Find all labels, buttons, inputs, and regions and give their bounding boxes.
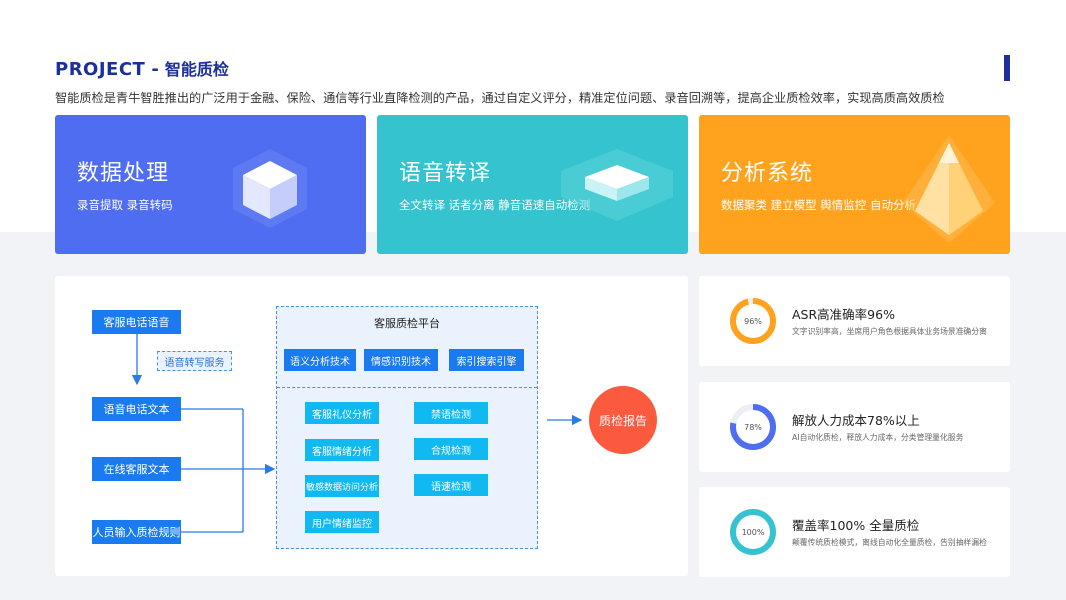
input-call-text: 语音电话文本 (92, 397, 181, 421)
input-call-voice: 客服电话语音 (92, 310, 181, 334)
stat-asr-accuracy: 96% ASR高准确率96% 文字识别率高，坐席用户角色根据具体业务场景准确分离 (699, 276, 1010, 366)
check-speech-rate: 语速检测 (414, 474, 488, 496)
stat-labor-saving: 78% 解放人力成本78%以上 AI自动化质检，释放人力成本，分类管理量化服务 (699, 382, 1010, 472)
stat-desc: 文字识别率高，坐席用户角色根据具体业务场景准确分离 (792, 327, 987, 336)
corner-accent-bar (1004, 55, 1010, 81)
input-qc-rules: 人员输入质检规则 (92, 520, 181, 544)
qc-report: 质检报告 (589, 386, 657, 454)
input-online-text: 在线客服文本 (92, 457, 181, 481)
stat-title: ASR高准确率96% (792, 307, 895, 322)
card-data-processing: 数据处理 录音提取 录音转码 (55, 115, 366, 254)
check-agent-emotion: 客服情绪分析 (305, 439, 379, 461)
stat-coverage: 100% 覆盖率100% 全量质检 颠覆传统质检模式，离线自动化全量质检，告别抽… (699, 487, 1010, 577)
stat-title: 解放人力成本78%以上 (792, 413, 920, 428)
check-forbidden-words: 禁语检测 (414, 402, 488, 424)
page-title: PROJECT - 智能质检 (55, 56, 229, 80)
page-subtitle: 智能质检是青牛智胜推出的广泛用于金融、保险、通信等行业直降检测的产品，通过自定义… (55, 91, 945, 105)
check-compliance: 合规检测 (414, 438, 488, 460)
check-etiquette: 客服礼仪分析 (305, 402, 379, 424)
ring-label: 100% (741, 527, 765, 537)
card-speech-transcription: 语音转译 全文转译 话者分离 静音语速自动检测 (377, 115, 688, 254)
card-title: 数据处理 (77, 161, 170, 186)
workflow-diagram: 客服电话语音 语音转写服务 语音电话文本 在线客服文本 人员输入质检规则 客服质… (55, 276, 688, 576)
card-analysis-system: 分析系统 数据聚类 建立模型 舆情监控 自动分析 (699, 115, 1010, 254)
platform-divider (277, 387, 537, 388)
slab-icon (561, 149, 673, 221)
check-sensitive-access: 敏感数据访问分析 (305, 475, 379, 497)
tech-semantic-analysis: 语义分析技术 (284, 349, 356, 371)
page-title-en: PROJECT (55, 59, 146, 80)
check-user-emotion: 用户情绪监控 (305, 511, 379, 533)
card-desc: 数据聚类 建立模型 舆情监控 自动分析 (721, 198, 916, 212)
ring-label: 96% (744, 316, 762, 326)
stat-desc: AI自动化质检，释放人力成本，分类管理量化服务 (792, 433, 964, 442)
ring-label: 78% (744, 422, 762, 432)
card-title: 语音转译 (399, 161, 492, 186)
page-title-dash: - (151, 59, 159, 80)
transcribe-service-label: 语音转写服务 (157, 351, 232, 371)
card-title: 分析系统 (721, 161, 814, 186)
page-title-cn: 智能质检 (164, 60, 229, 79)
tech-emotion-recognition: 情感识别技术 (364, 349, 438, 371)
card-desc: 录音提取 录音转码 (77, 198, 173, 212)
platform-title: 客服质检平台 (374, 317, 440, 330)
stat-desc: 颠覆传统质检模式，离线自动化全量质检，告别抽样漏检 (792, 538, 987, 547)
stat-title: 覆盖率100% 全量质检 (792, 518, 920, 533)
tech-index-search: 索引搜索引擎 (449, 349, 524, 371)
pyramid-icon (903, 135, 995, 243)
cube-icon (233, 149, 307, 228)
